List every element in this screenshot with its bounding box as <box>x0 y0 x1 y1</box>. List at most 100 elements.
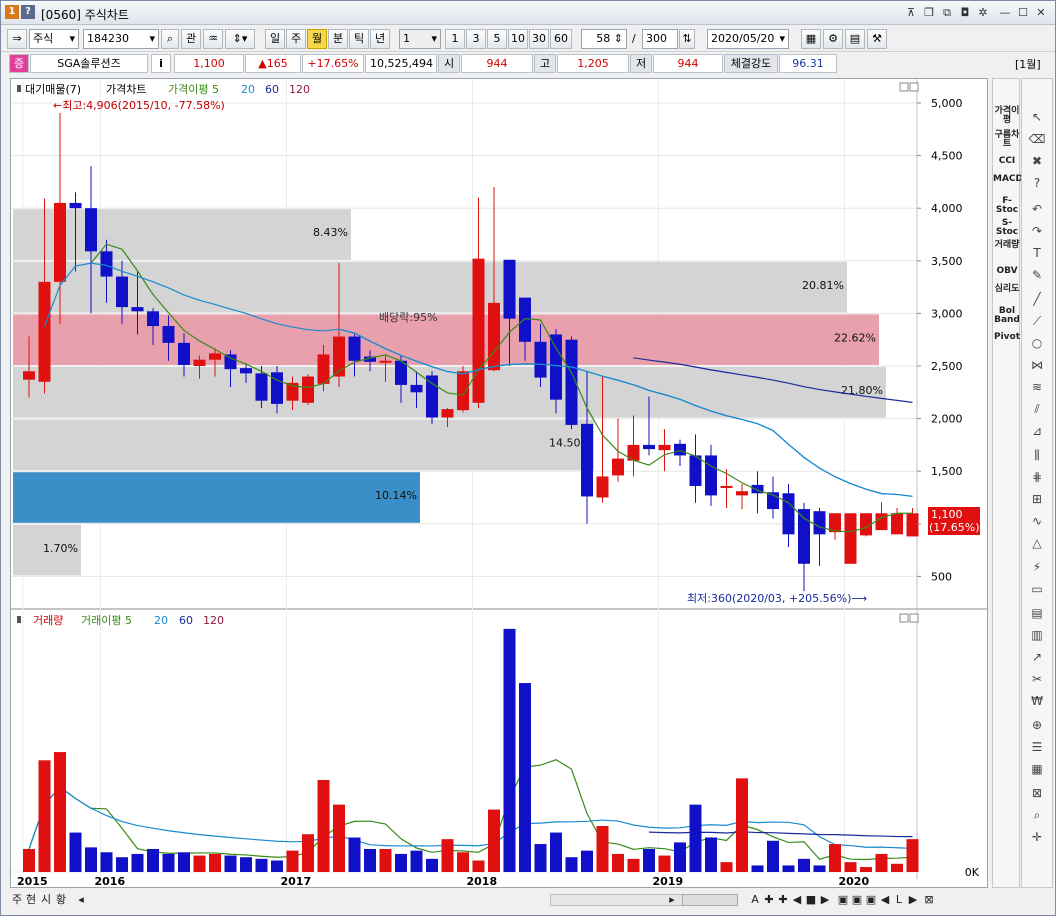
document-icon[interactable]: ▤ <box>1026 603 1048 623</box>
indicator-price-ma[interactable]: 가격이평 <box>993 107 1021 125</box>
interval-3-button[interactable]: 3 <box>466 29 486 49</box>
scroll-left-icon[interactable]: ◂ <box>76 892 86 908</box>
list-icon[interactable]: ☰ <box>1026 737 1048 757</box>
tab-current[interactable]: 현 <box>24 892 38 908</box>
indicator-macd[interactable]: MACD <box>993 175 1023 184</box>
zoom-in-icon[interactable]: ✚ <box>762 892 776 908</box>
pin-icon[interactable]: ⊼ <box>904 6 918 20</box>
link-icon[interactable]: ⇒ <box>7 29 27 49</box>
updown-icon[interactable]: ⇕▾ <box>225 29 255 49</box>
tools-icon[interactable]: ⚒ <box>867 29 887 49</box>
minimize-icon[interactable]: — <box>998 6 1012 20</box>
tab-market[interactable]: 시 <box>39 892 53 908</box>
tab-weekly[interactable]: 주 <box>10 892 24 908</box>
period-month-button[interactable]: 월 <box>307 29 327 49</box>
excel-icon[interactable]: ▣ <box>836 892 850 908</box>
interval-5-button[interactable]: 5 <box>487 29 507 49</box>
circle-tool-icon[interactable]: ○ <box>1026 333 1048 353</box>
expand-icon[interactable]: ⇅ <box>679 29 695 49</box>
auto-tool-icon[interactable]: ⚡ <box>1026 557 1048 577</box>
question-icon[interactable]: ? <box>1026 173 1048 193</box>
stock-name[interactable]: SGA솔루션즈 <box>30 54 148 73</box>
pane-minimize-icon[interactable] <box>899 613 909 623</box>
export-icon[interactable]: ⊠ <box>1026 783 1048 803</box>
pane-close-icon[interactable] <box>909 613 919 623</box>
market-type-select[interactable]: 주식 ▾ <box>29 29 79 49</box>
settings-grid-icon[interactable]: ⊠ <box>922 892 936 908</box>
text-icon[interactable]: A <box>748 892 762 908</box>
bars-tool-icon[interactable]: ⫼ <box>1026 445 1048 465</box>
fib-tool-icon[interactable]: ⊿ <box>1026 421 1048 441</box>
wrench-icon[interactable]: ✂ <box>1026 669 1048 689</box>
pane-close-icon[interactable] <box>909 82 919 92</box>
interval-30-button[interactable]: 30 <box>529 29 549 49</box>
screenshot-icon[interactable]: ◘ <box>958 6 972 20</box>
tab-status[interactable]: 황 <box>54 892 68 908</box>
help-icon[interactable]: ? <box>21 5 35 19</box>
next-icon[interactable]: ▶ <box>818 892 832 908</box>
pane-minimize-icon[interactable] <box>899 82 909 92</box>
period-week-button[interactable]: 주 <box>286 29 306 49</box>
fan-tool-icon[interactable]: ⋈ <box>1026 355 1048 375</box>
zoom-slider[interactable] <box>682 894 738 906</box>
interval-60-button[interactable]: 60 <box>550 29 572 49</box>
save-icon[interactable]: ▤ <box>845 29 865 49</box>
chart-layout-icon[interactable]: ▦ <box>801 29 821 49</box>
indicator-cloud[interactable]: 구름차트 <box>993 131 1021 149</box>
search-icon[interactable]: ⌕ <box>161 29 179 49</box>
maximize-icon[interactable]: ☐ <box>1016 6 1030 20</box>
pencil-icon[interactable]: ✎ <box>1026 265 1048 285</box>
compare-icon[interactable]: ♒ <box>203 29 223 49</box>
indicator-volume[interactable]: 거래량 <box>993 241 1021 250</box>
redo-icon[interactable]: ↷ <box>1026 221 1048 241</box>
channel-tool-icon[interactable]: ≋ <box>1026 377 1048 397</box>
related-button[interactable]: 관 <box>181 29 201 49</box>
chart-icon[interactable]: ▥ <box>1026 625 1048 645</box>
zoom-out-icon[interactable]: ✚ <box>776 892 790 908</box>
delete-all-icon[interactable]: ✖ <box>1026 151 1048 171</box>
print-icon[interactable]: ▣ <box>850 892 864 908</box>
indicator-sstoc[interactable]: S-Stoc <box>993 219 1021 237</box>
indicator-obv[interactable]: OBV <box>993 267 1021 276</box>
line-tool-icon[interactable]: ╱ <box>1026 289 1048 309</box>
indicator-bollinger[interactable]: Bol Band <box>993 307 1021 325</box>
stop-icon[interactable]: ■ <box>804 892 818 908</box>
text-tool-icon[interactable]: T <box>1026 243 1048 263</box>
period-tick-button[interactable]: 틱 <box>349 29 369 49</box>
eraser-icon[interactable]: ⌫ <box>1026 129 1048 149</box>
stock-code-input[interactable]: 184230 ▾ <box>83 29 159 49</box>
interval-1-button[interactable]: 1 <box>445 29 465 49</box>
chart-area[interactable]: 8.43% 20.81% 22.62% 21.80% 14.50% 10.14% 1.70%… <box>10 78 988 888</box>
zoom-icon[interactable]: ⊕ <box>1026 715 1048 735</box>
settings-icon[interactable]: ✲ <box>976 6 990 20</box>
cursor-icon[interactable]: ↖ <box>1026 107 1048 127</box>
latest-icon[interactable]: L <box>892 892 906 908</box>
indicator-psychology[interactable]: 심리도 <box>993 285 1021 294</box>
info-button[interactable]: i <box>151 54 171 73</box>
chart-canvas[interactable]: 8.43%20.81%22.62%21.80%14.50%10.14%1.70%… <box>11 79 987 888</box>
grid-tool-icon[interactable]: ⋕ <box>1026 467 1048 487</box>
price-icon[interactable]: ₩ <box>1026 691 1048 711</box>
wave-tool-icon[interactable]: ∿ <box>1026 511 1048 531</box>
period-day-button[interactable]: 일 <box>265 29 285 49</box>
crosshair-icon[interactable]: ✛ <box>1026 827 1048 847</box>
unit-select[interactable]: 1 ▾ <box>399 29 441 49</box>
interval-10-button[interactable]: 10 <box>508 29 528 49</box>
indicator-fstoc[interactable]: F-Stoc <box>993 197 1021 215</box>
segment-tool-icon[interactable]: ⟋ <box>1026 311 1048 331</box>
cross-tool-icon[interactable]: ⊞ <box>1026 489 1048 509</box>
date-input[interactable]: 2020/05/20 ▾ <box>707 29 789 49</box>
period-minute-button[interactable]: 분 <box>328 29 348 49</box>
magnifier-icon[interactable]: ⌕ <box>1026 805 1048 825</box>
window-tool-icon[interactable]: ▭ <box>1026 579 1048 599</box>
total-input[interactable]: 300 <box>642 29 678 49</box>
forward-icon[interactable]: ▶ <box>906 892 920 908</box>
indicator-cci[interactable]: CCI <box>993 157 1021 166</box>
copy-icon[interactable]: ❐ <box>922 6 936 20</box>
count-input[interactable]: 58 ⇕ <box>581 29 627 49</box>
scroll-right-icon[interactable]: ▸ <box>667 892 677 908</box>
save-image-icon[interactable]: ▣ <box>864 892 878 908</box>
duplicate-icon[interactable]: ⧉ <box>940 6 954 20</box>
prev-icon[interactable]: ◀ <box>790 892 804 908</box>
gann-tool-icon[interactable]: ⫽ <box>1026 399 1048 419</box>
